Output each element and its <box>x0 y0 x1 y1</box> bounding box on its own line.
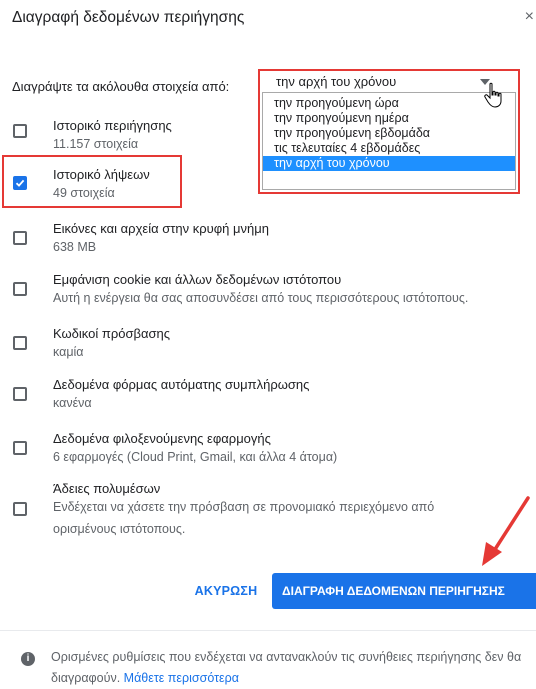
checkbox-browsing-history[interactable] <box>13 124 27 138</box>
option-title: Ιστορικό λήψεων <box>53 167 150 182</box>
info-icon: i <box>21 652 35 666</box>
close-icon[interactable]: × <box>525 8 534 26</box>
option-title: Κωδικοί πρόσβασης <box>53 326 170 341</box>
checkbox-autofill[interactable] <box>13 387 27 401</box>
hand-cursor-icon <box>484 82 502 108</box>
checkbox-download-history[interactable] <box>13 176 27 190</box>
checkbox-media-licenses[interactable] <box>13 502 27 516</box>
time-range-select[interactable]: την αρχή του χρόνου <box>268 74 508 91</box>
option-subtitle: κανένα <box>53 396 92 410</box>
learn-more-link[interactable]: Μάθετε περισσότερα <box>124 671 239 685</box>
clear-data-button[interactable]: ΔΙΑΓΡΑΦΗ ΔΕΔΟΜΕΝΩΝ ΠΕΡΙΗΓΗΣΗΣ <box>272 573 536 609</box>
option-subtitle: καμία <box>53 345 84 359</box>
option-title: Δεδομένα φόρμας αυτόματης συμπλήρωσης <box>53 377 310 392</box>
time-range-label: Διαγράψτε τα ακόλουθα στοιχεία από: <box>12 79 230 94</box>
option-title: Δεδομένα φιλοξενούμενης εφαρμογής <box>53 431 271 446</box>
time-range-menu: την προηγούμενη ώρα την προηγούμενη ημέρ… <box>262 92 516 190</box>
option-title: Εμφάνιση cookie και άλλων δεδομένων ιστό… <box>53 272 342 287</box>
option-subtitle: 49 στοιχεία <box>53 186 115 200</box>
menu-option-last-4-weeks[interactable]: τις τελευταίες 4 εβδομάδες <box>263 141 515 156</box>
cancel-button[interactable]: ΑΚΥΡΩΣΗ <box>183 576 269 606</box>
footer-note: Ορισμένες ρυθμίσεις που ενδέχεται να αντ… <box>51 647 531 689</box>
option-title: Άδειες πολυμέσων <box>53 481 161 496</box>
option-subtitle-line1: Ενδέχεται να χάσετε την πρόσβαση σε προν… <box>53 500 435 514</box>
checkbox-hosted-apps[interactable] <box>13 441 27 455</box>
checkmark-icon <box>15 179 25 187</box>
checkbox-cached-images[interactable] <box>13 231 27 245</box>
divider <box>0 630 536 631</box>
footer-text: Ορισμένες ρυθμίσεις που ενδέχεται να αντ… <box>51 650 522 685</box>
menu-option-last-day[interactable]: την προηγούμενη ημέρα <box>263 111 515 126</box>
option-title: Ιστορικό περιήγησης <box>53 118 172 133</box>
option-subtitle: Αυτή η ενέργεια θα σας αποσυνδέσει από τ… <box>53 291 469 305</box>
menu-option-last-hour[interactable]: την προηγούμενη ώρα <box>263 96 515 111</box>
option-subtitle-line2: ορισμένους ιστότοπους. <box>53 522 186 536</box>
checkbox-cookies[interactable] <box>13 282 27 296</box>
checkbox-passwords[interactable] <box>13 336 27 350</box>
dialog-title: Διαγραφή δεδομένων περιήγησης <box>12 9 245 26</box>
annotation-arrow-icon <box>482 496 530 566</box>
menu-option-all-time[interactable]: την αρχή του χρόνου <box>263 156 515 171</box>
option-subtitle: 6 εφαρμογές (Cloud Print, Gmail, και άλλ… <box>53 450 338 464</box>
option-subtitle: 11.157 στοιχεία <box>53 137 139 151</box>
option-subtitle: 638 MB <box>53 240 97 254</box>
menu-option-last-week[interactable]: την προηγούμενη εβδομάδα <box>263 126 515 141</box>
option-title: Εικόνες και αρχεία στην κρυφή μνήμη <box>53 221 269 236</box>
